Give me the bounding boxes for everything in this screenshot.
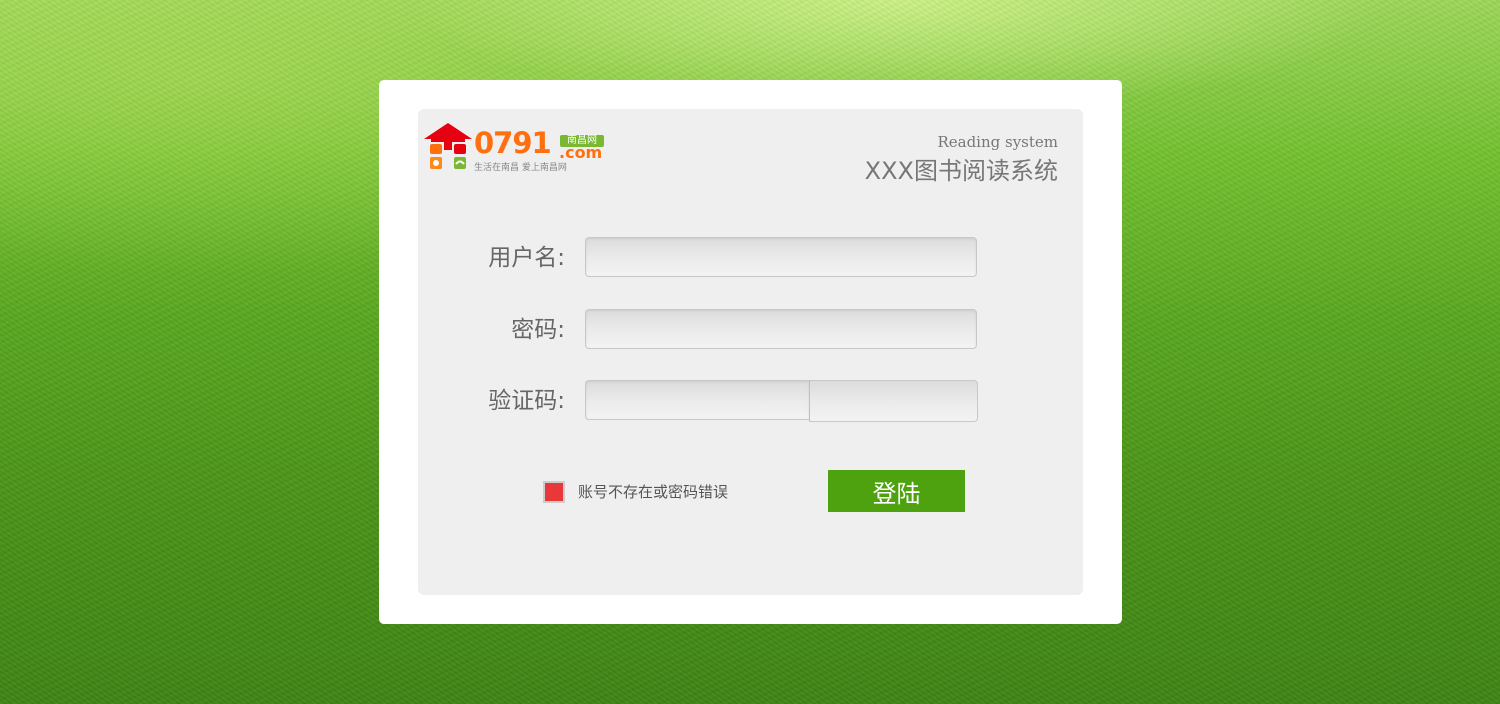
system-subtitle: Reading system xyxy=(937,133,1058,151)
captcha-label: 验证码: xyxy=(488,388,565,414)
error-message: 账号不存在或密码错误 xyxy=(578,483,729,501)
login-card: 0791 南昌网 .com 生活在南昌 爱上南昌网 Reading system… xyxy=(379,80,1122,624)
site-logo[interactable]: 0791 南昌网 .com 生活在南昌 爱上南昌网 xyxy=(422,122,612,174)
logo-number: 0791 xyxy=(474,126,552,160)
login-panel: 0791 南昌网 .com 生活在南昌 爱上南昌网 Reading system… xyxy=(418,109,1083,595)
logo-slogan: 生活在南昌 爱上南昌网 xyxy=(474,163,567,173)
system-title: XXX图书阅读系统 xyxy=(864,157,1058,185)
captcha-image[interactable] xyxy=(809,380,978,422)
username-label: 用户名: xyxy=(488,245,565,271)
captcha-input[interactable] xyxy=(585,380,810,420)
username-input[interactable] xyxy=(585,237,977,277)
login-button[interactable]: 登陆 xyxy=(828,470,965,512)
password-label: 密码: xyxy=(511,317,565,343)
password-input[interactable] xyxy=(585,309,977,349)
house-icon xyxy=(424,123,472,169)
error-indicator-icon xyxy=(543,481,565,503)
